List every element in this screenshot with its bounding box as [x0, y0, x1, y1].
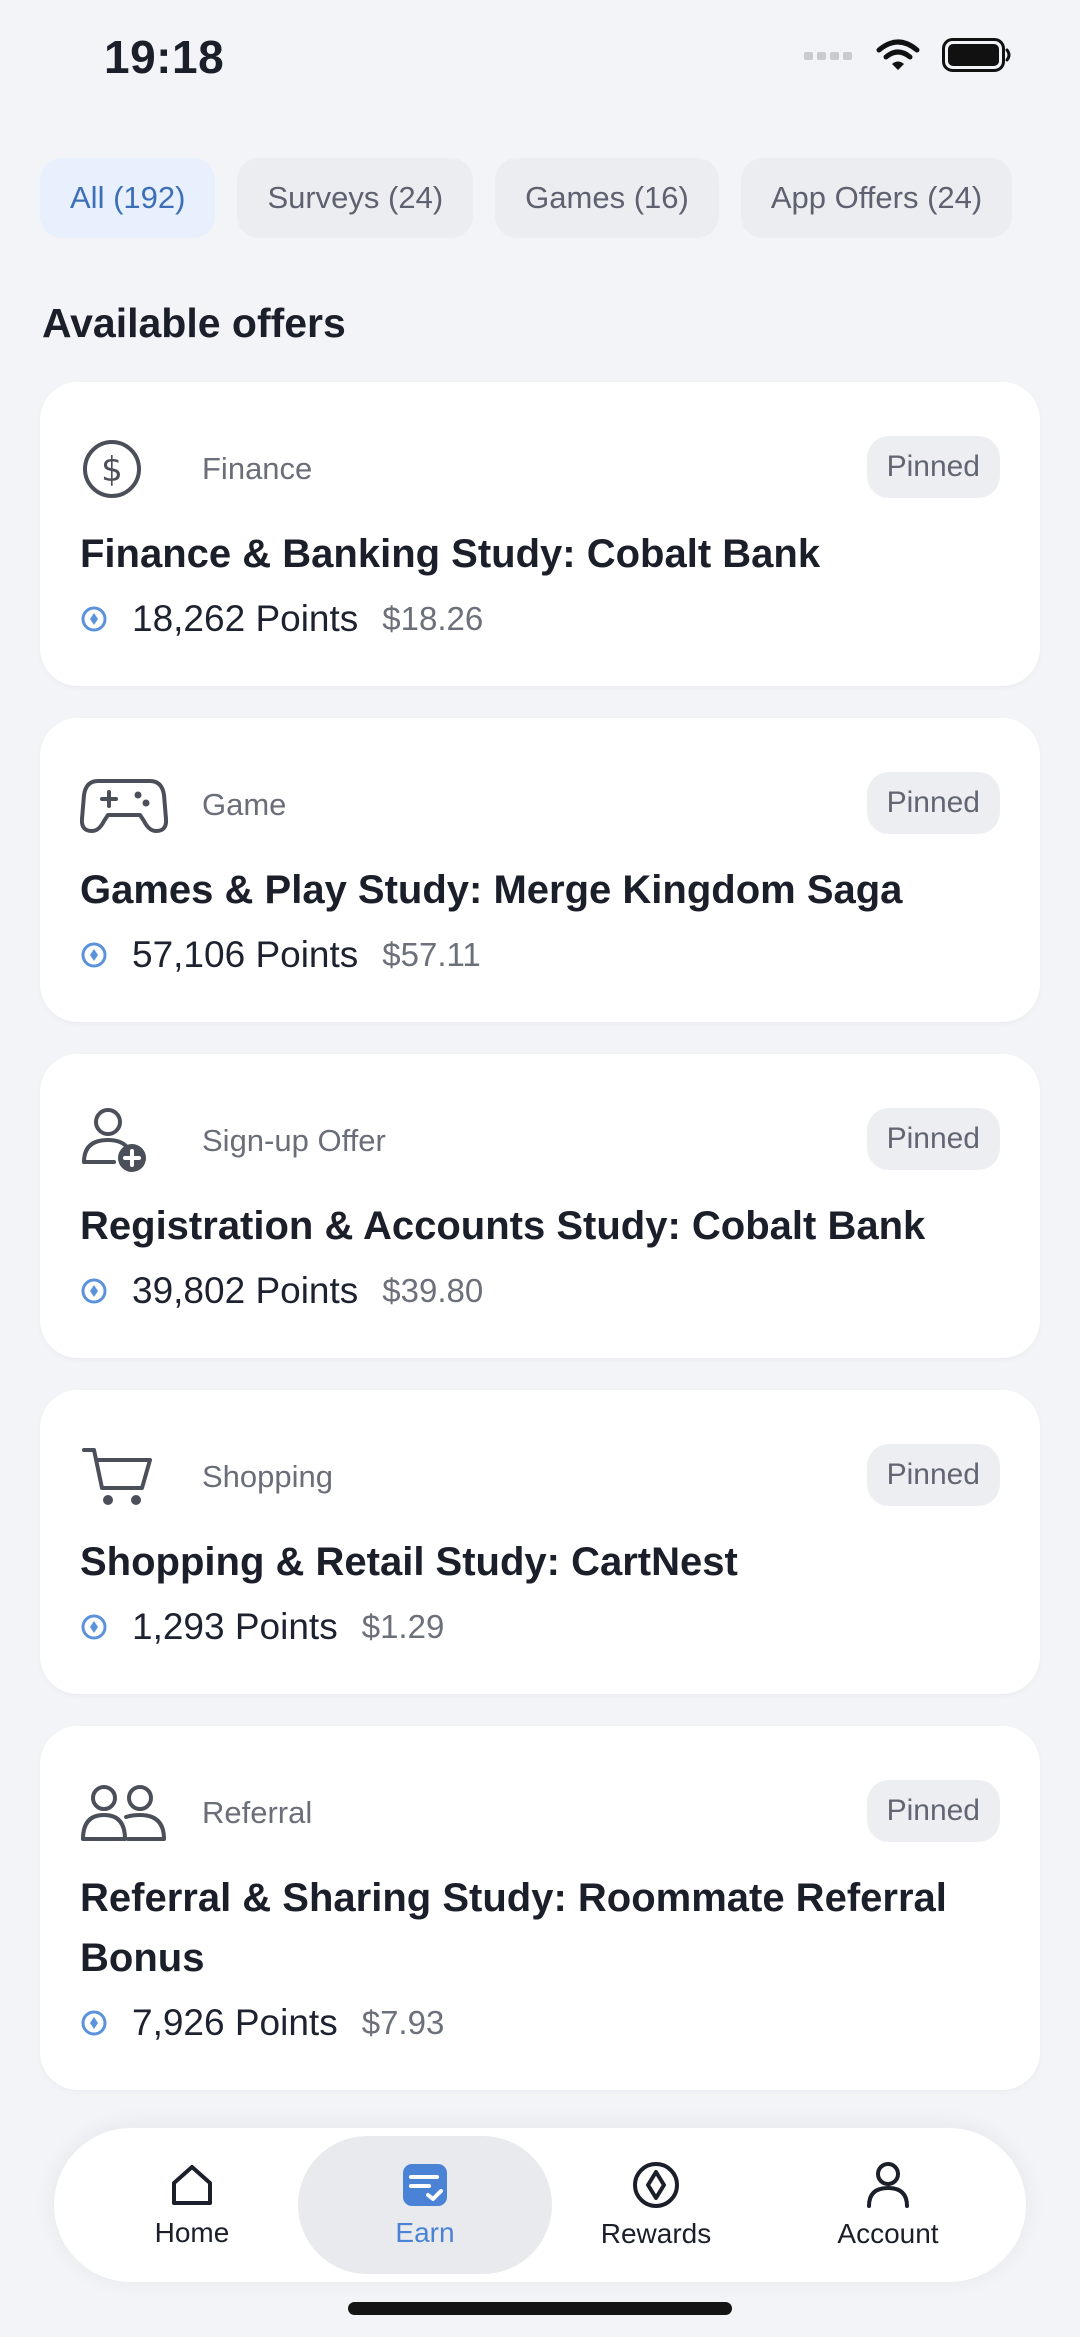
signal-icon — [804, 52, 852, 60]
offer-points: 18,262 Points — [132, 598, 359, 639]
filter-chip-games[interactable]: Games (16) — [495, 158, 719, 238]
offer-cash-value: $18.26 — [382, 600, 484, 637]
offer-category: Sign-up Offer — [202, 1123, 386, 1158]
pinned-badge: Pinned — [866, 772, 1000, 834]
user-add-icon — [80, 1106, 168, 1176]
offer-points: 7,926 Points — [132, 2002, 338, 2043]
gamepad-icon — [80, 770, 168, 840]
earn-icon — [403, 2164, 447, 2206]
battery-icon — [942, 38, 1011, 72]
bottom-nav: Home Earn Rewards Account — [54, 2128, 1026, 2282]
svg-text:$: $ — [101, 450, 123, 490]
nav-rewards-label: Rewards — [600, 2218, 712, 2249]
nav-rewards[interactable]: Rewards — [546, 2136, 766, 2274]
offer-title: Referral & Sharing Study: Roommate Refer… — [80, 1876, 947, 1980]
offer-category: Shopping — [202, 1459, 334, 1494]
nav-home[interactable]: Home — [82, 2136, 302, 2274]
offer-card[interactable]: $ Finance Pinned Finance & Banking Study… — [40, 382, 1040, 686]
offer-cash-value: $1.29 — [361, 1608, 445, 1645]
offer-points: 39,802 Points — [132, 1270, 359, 1311]
offer-cash-value: $39.80 — [382, 1272, 484, 1309]
offer-title: Shopping & Retail Study: CartNest — [80, 1540, 738, 1584]
nav-earn[interactable]: Earn — [298, 2136, 552, 2274]
points-icon — [81, 1278, 107, 1304]
offer-card[interactable]: Shopping Pinned Shopping & Retail Study:… — [40, 1390, 1040, 1694]
offer-category: Referral — [202, 1795, 313, 1830]
home-indicator — [348, 2302, 732, 2315]
points-icon — [81, 2010, 107, 2036]
offer-points: 1,293 Points — [132, 1606, 338, 1647]
pinned-badge: Pinned — [866, 1780, 1000, 1842]
offer-title: Registration & Accounts Study: Cobalt Ba… — [80, 1204, 926, 1248]
offer-title: Games & Play Study: Merge Kingdom Saga — [80, 868, 903, 912]
offer-card[interactable]: Sign-up Offer Pinned Registration & Acco… — [40, 1054, 1040, 1358]
filter-chip-app-offers[interactable]: App Offers (24) — [740, 158, 1013, 238]
account-icon — [867, 2162, 909, 2208]
offer-list: $ Finance Pinned Finance & Banking Study… — [40, 382, 1040, 2122]
wifi-icon — [876, 39, 920, 70]
pinned-badge: Pinned — [866, 1444, 1000, 1506]
home-icon — [172, 2165, 212, 2205]
status-time: 19:18 — [104, 31, 225, 83]
nav-home-label: Home — [154, 2217, 230, 2248]
points-icon — [81, 942, 107, 968]
users-icon — [80, 1778, 168, 1848]
points-icon — [81, 606, 107, 632]
offer-category: Game — [202, 787, 287, 822]
filter-chip-all[interactable]: All (192) — [40, 158, 216, 238]
cart-icon — [80, 1442, 168, 1512]
offer-cash-value: $7.93 — [361, 2004, 445, 2041]
filter-chips: All (192) Surveys (24) Games (16) App Of… — [40, 158, 1040, 242]
filter-chip-surveys[interactable]: Surveys (24) — [237, 158, 474, 238]
offer-cash-value: $57.11 — [382, 936, 481, 973]
rewards-icon — [633, 2162, 679, 2208]
status-bar: 19:18 — [0, 0, 1080, 120]
nav-account[interactable]: Account — [778, 2136, 998, 2274]
pinned-badge: Pinned — [866, 436, 1000, 498]
section-title: Available offers — [42, 300, 346, 346]
dollar-circle-icon: $ — [80, 434, 168, 504]
points-icon — [81, 1614, 107, 1640]
offer-points: 57,106 Points — [132, 934, 359, 975]
offer-title: Finance & Banking Study: Cobalt Bank — [80, 532, 821, 576]
nav-account-label: Account — [837, 2218, 939, 2249]
offer-category: Finance — [202, 451, 313, 486]
offer-card[interactable]: Game Pinned Games & Play Study: Merge Ki… — [40, 718, 1040, 1022]
nav-earn-label: Earn — [395, 2217, 455, 2248]
status-icons — [804, 38, 1012, 72]
offer-card[interactable]: Referral Pinned Referral & Sharing Study… — [40, 1726, 1040, 2090]
pinned-badge: Pinned — [866, 1108, 1000, 1170]
